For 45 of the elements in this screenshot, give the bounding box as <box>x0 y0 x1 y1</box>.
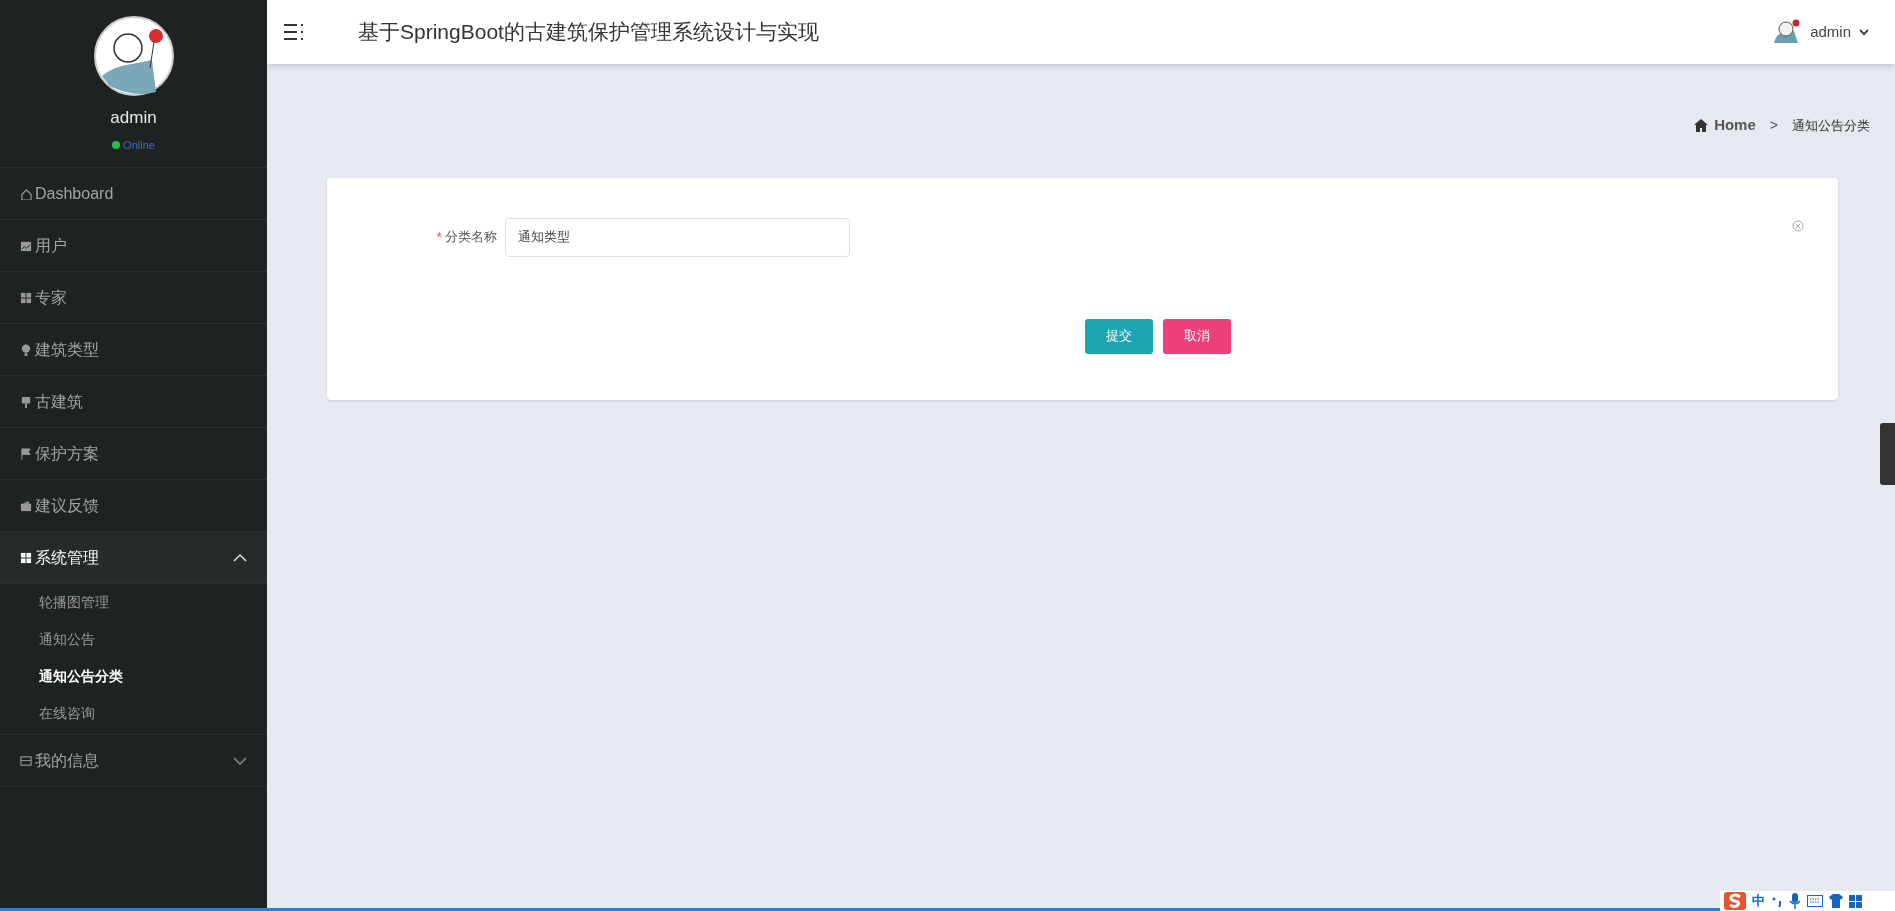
microphone-icon[interactable] <box>1789 893 1801 909</box>
wallet-icon <box>20 499 32 512</box>
cancel-button[interactable]: 取消 <box>1162 318 1231 354</box>
pin-icon <box>20 395 32 408</box>
menu-item[interactable]: 建筑类型 <box>0 323 267 375</box>
menu-icon[interactable] <box>283 21 305 43</box>
grid-icon <box>20 291 32 304</box>
field-label: 分类名称 <box>445 228 497 247</box>
submenu-item[interactable]: 通知公告 <box>0 621 267 658</box>
breadcrumb-separator: > <box>1769 115 1778 135</box>
menu-item[interactable]: 专家 <box>0 271 267 323</box>
chevron-down-icon <box>233 756 247 765</box>
user-name[interactable]: admin <box>1810 20 1851 44</box>
menu-item[interactable]: 古建筑 <box>0 375 267 427</box>
submenu-item[interactable]: 通知公告分类 <box>0 658 267 695</box>
ime-mode[interactable]: 中 <box>1752 891 1765 911</box>
shirt-icon[interactable] <box>1829 894 1843 908</box>
menu-item[interactable]: 用户 <box>0 219 267 271</box>
menu-item[interactable]: 保护方案 <box>0 427 267 479</box>
chart-icon <box>20 239 32 252</box>
punctuation-icon[interactable] <box>1771 895 1783 907</box>
chevron-down-icon[interactable] <box>1859 27 1869 37</box>
card-icon <box>20 754 32 767</box>
status-text: Online <box>123 137 155 153</box>
chevron-up-icon <box>233 553 247 562</box>
user-name: admin <box>110 107 157 129</box>
home-icon[interactable] <box>1694 118 1709 132</box>
text-field[interactable]: 通知类型 <box>505 217 850 257</box>
menu-item[interactable]: 系统管理 <box>0 531 267 583</box>
page-title: 基于SpringBoot的古建筑保护管理系统设计与实现 <box>358 19 819 46</box>
menu-item[interactable]: 我的信息 <box>0 734 267 786</box>
ime-logo-icon[interactable] <box>1724 892 1746 910</box>
side-handle[interactable] <box>1880 423 1895 485</box>
keyboard-icon[interactable] <box>1807 895 1823 907</box>
bulb-icon <box>20 343 32 356</box>
home-icon <box>20 187 32 200</box>
breadcrumb-current: 通知公告分类 <box>1792 116 1870 135</box>
flag-icon <box>20 447 32 460</box>
grid-icon[interactable] <box>1849 894 1862 908</box>
grid-icon <box>20 551 32 564</box>
menu-item[interactable]: Dashboard <box>0 167 267 219</box>
submenu-item[interactable]: 轮播图管理 <box>0 584 267 621</box>
required-mark: * <box>436 227 442 247</box>
submenu-item[interactable]: 在线咨询 <box>0 695 267 732</box>
breadcrumb-link[interactable]: Home <box>1714 114 1756 137</box>
